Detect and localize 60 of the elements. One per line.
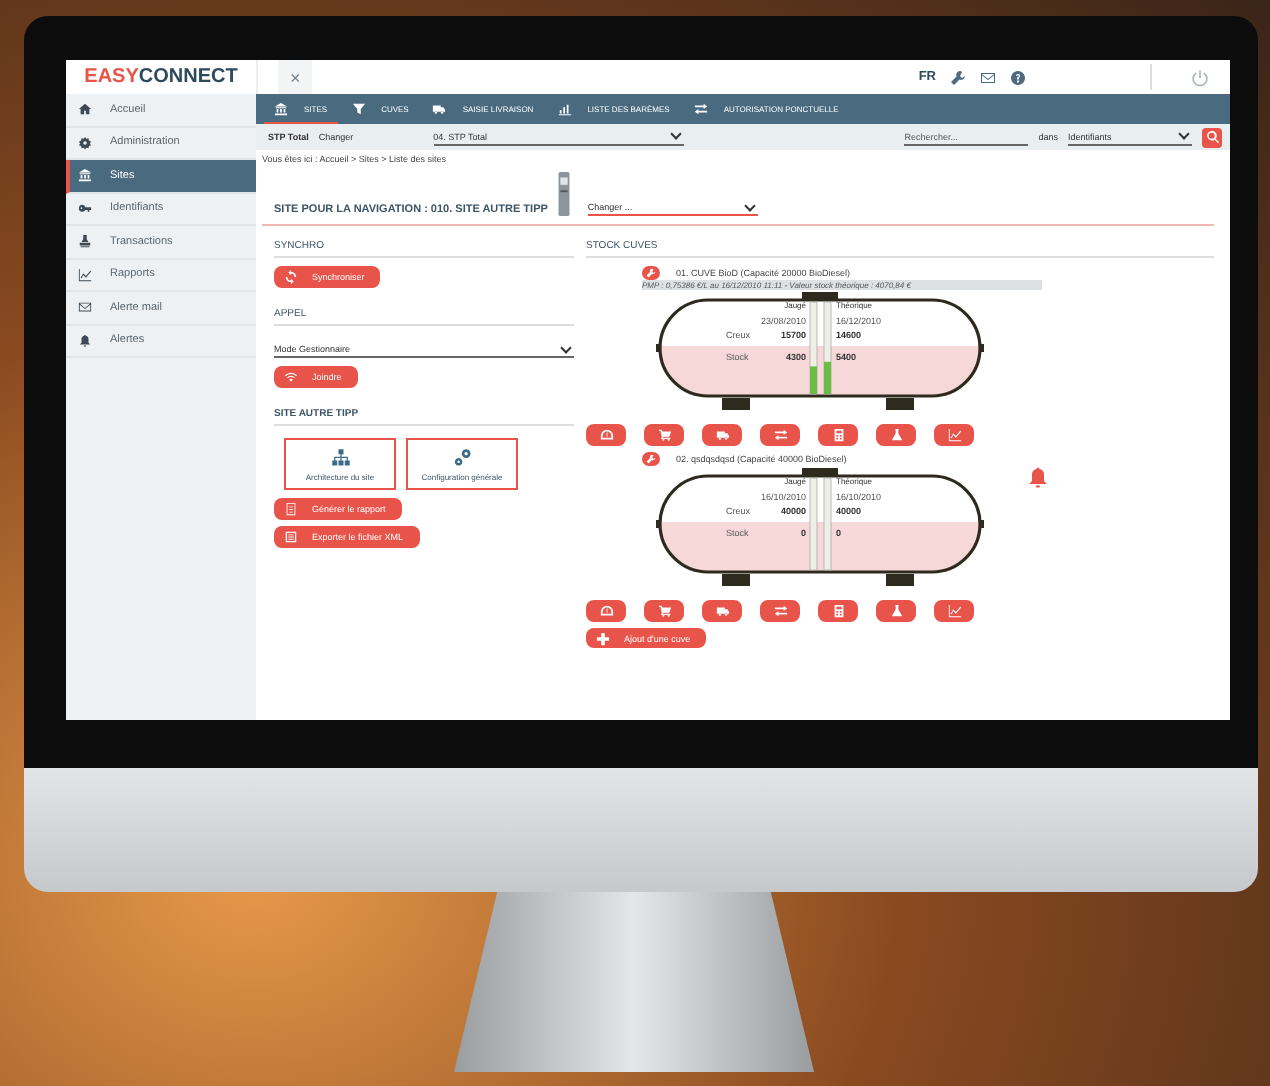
tank-action-button[interactable]: [644, 424, 684, 446]
close-button[interactable]: ×: [278, 60, 313, 94]
tank-action-button[interactable]: [818, 424, 858, 446]
mail-icon[interactable]: [980, 69, 996, 85]
gauge-icon: [599, 428, 613, 442]
wrench-icon: [646, 454, 656, 464]
tank-action-button[interactable]: [934, 424, 974, 446]
truck-icon: [715, 428, 729, 442]
funnel-icon: [351, 101, 366, 115]
flask-icon: [889, 428, 903, 442]
key-icon: [78, 201, 92, 216]
bank-icon: [78, 168, 92, 183]
truck-icon: [432, 101, 447, 115]
alert-bell-icon[interactable]: [1026, 466, 1050, 490]
gauge-icon: [599, 604, 613, 618]
transfer-icon: [773, 604, 787, 618]
tank-action-button[interactable]: [934, 600, 974, 622]
gear-icon: [78, 135, 92, 150]
linechart-icon: [78, 267, 92, 282]
bank-icon: [274, 101, 288, 115]
edit-button[interactable]: [642, 452, 660, 466]
power-icon[interactable]: [1190, 67, 1210, 87]
tank-action-button[interactable]: [760, 600, 800, 622]
truck-icon: [715, 604, 729, 618]
gears-icon: [451, 447, 473, 467]
bars-icon: [557, 101, 572, 115]
linechart-icon: [947, 604, 961, 618]
tank-action-button[interactable]: [876, 600, 916, 622]
calculator-icon: [831, 428, 845, 442]
home-icon: [78, 102, 92, 117]
calculator-icon: [831, 604, 845, 618]
tank-action-button[interactable]: [586, 600, 626, 622]
search-button[interactable]: [1202, 127, 1222, 147]
wrench-icon: [646, 268, 656, 278]
tank-action-button[interactable]: [586, 424, 626, 446]
document-icon: [284, 502, 298, 516]
linechart-icon: [947, 428, 961, 442]
wrench-icon[interactable]: [950, 69, 966, 85]
mail-icon: [78, 300, 92, 315]
tank-action-button[interactable]: [818, 600, 858, 622]
transfer-icon: [693, 101, 708, 115]
tank-action-button[interactable]: [702, 600, 742, 622]
network-icon: [329, 447, 351, 467]
fuel-pump-drawing: [555, 172, 572, 216]
plus-icon: [596, 631, 610, 645]
tank-action-button[interactable]: [644, 600, 684, 622]
wifi-icon: [284, 370, 298, 384]
flask-icon: [889, 604, 903, 618]
help-icon[interactable]: [1010, 69, 1026, 85]
edit-button[interactable]: [642, 266, 660, 280]
sync-icon: [284, 270, 298, 284]
tank-action-button[interactable]: [702, 424, 742, 446]
cart-icon: [657, 604, 671, 618]
stamp-icon: [78, 234, 92, 249]
tank-action-button[interactable]: [876, 424, 916, 446]
cart-icon: [657, 428, 671, 442]
transfer-icon: [773, 428, 787, 442]
bell-icon: [78, 333, 92, 348]
tank-action-button[interactable]: [760, 424, 800, 446]
sheet-icon: [284, 530, 298, 544]
